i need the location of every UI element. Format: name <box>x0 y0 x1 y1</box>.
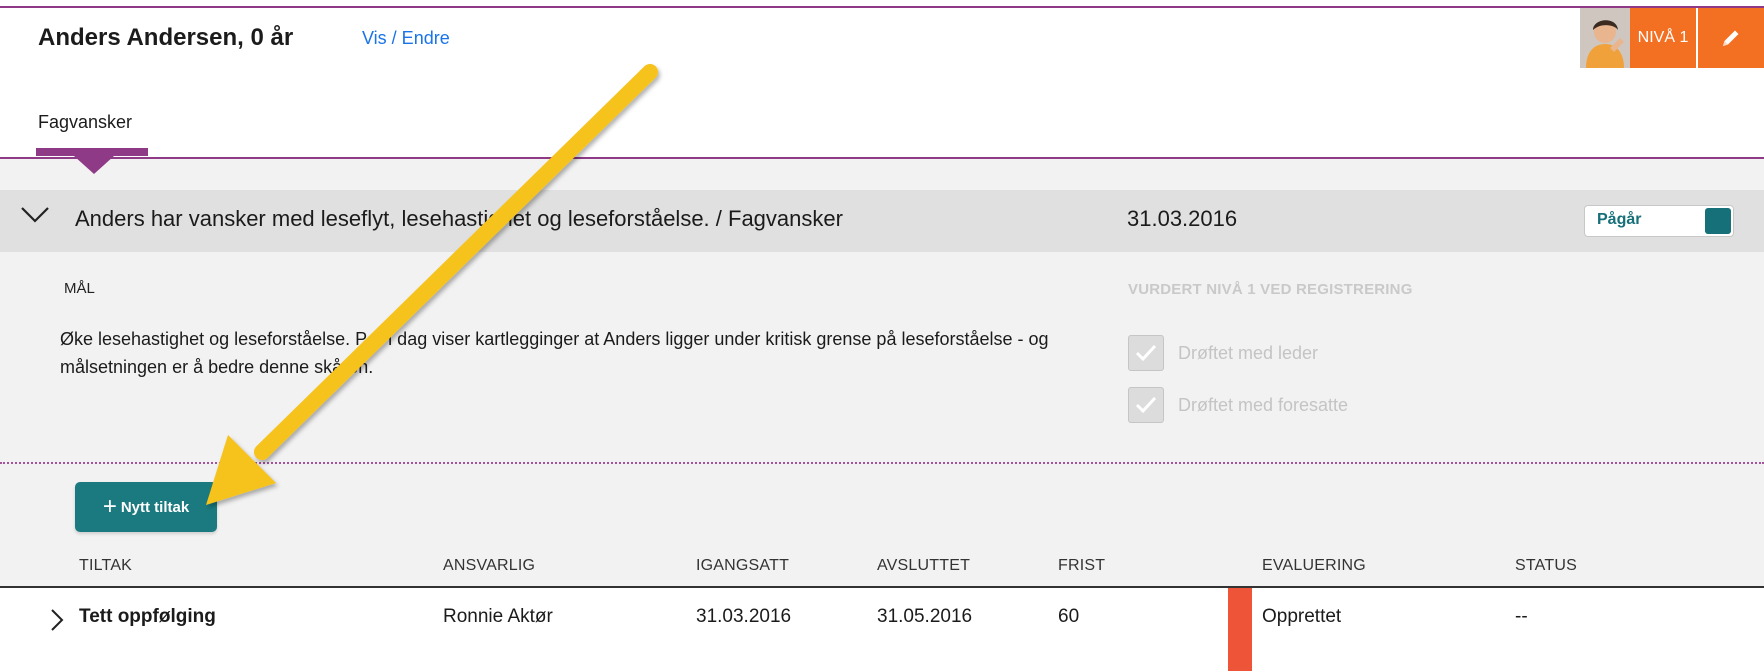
plus-icon: + <box>102 493 117 520</box>
check-droftet-leder: Drøftet med leder <box>1128 335 1318 371</box>
tiltak-name[interactable]: Tett oppfølging <box>79 606 216 628</box>
problem-date: 31.03.2016 <box>1127 206 1238 231</box>
goal-text: Øke lesehastighet og leseforståelse. Per… <box>60 329 1049 377</box>
avatar <box>1580 8 1630 68</box>
col-header-ansvarlig: ANSVARLIG <box>443 557 536 574</box>
col-header-status: STATUS <box>1515 557 1577 574</box>
user-avatar-photo-icon <box>1580 8 1630 68</box>
vis-endre-link[interactable]: Vis / Endre <box>362 28 450 49</box>
tiltak-avsluttet: 31.05.2016 <box>877 606 973 627</box>
col-header-tiltak: TILTAK <box>79 557 133 574</box>
edit-button[interactable] <box>1698 8 1764 68</box>
col-header-frist: FRIST <box>1058 557 1106 574</box>
evaluation-status-bar <box>1228 588 1252 671</box>
tiltak-evaluering: Opprettet <box>1262 606 1342 627</box>
niva-badge: NIVÅ 1 <box>1630 8 1696 68</box>
section-divider <box>0 462 1764 464</box>
chevron-right-icon[interactable] <box>50 608 64 637</box>
pencil-icon <box>1723 30 1739 46</box>
check-label: Drøftet med foresatte <box>1178 394 1349 415</box>
tab-active-indicator <box>36 148 148 156</box>
col-header-igangsatt: IGANGSATT <box>696 557 790 574</box>
page: Anders Andersen, 0 år Vis / Endre NIVÅ 1… <box>0 0 1764 671</box>
tiltak-status: -- <box>1515 606 1528 627</box>
problem-title: Anders har vansker med leseflyt, lesehas… <box>75 206 843 231</box>
status-toggle[interactable]: Pågår <box>1584 205 1734 237</box>
check-droftet-foresatte: Drøftet med foresatte <box>1128 387 1348 423</box>
student-header: Anders Andersen, 0 år Vis / Endre NIVÅ 1… <box>0 0 1764 159</box>
tiltak-igangsatt: 31.03.2016 <box>696 606 792 627</box>
top-divider <box>0 6 1764 8</box>
tab-caret-indicator <box>74 156 114 174</box>
status-toggle-label: Pågår <box>1597 211 1642 228</box>
col-header-evaluering: EVALUERING <box>1262 557 1366 574</box>
assessment-heading: VURDERT NIVÅ 1 VED REGISTRERING <box>1128 281 1413 298</box>
tiltak-frist: 60 <box>1058 606 1080 627</box>
check-label: Drøftet med leder <box>1178 342 1319 363</box>
tiltak-ansvarlig: Ronnie Aktør <box>443 606 553 627</box>
new-tiltak-label: Nytt tiltak <box>120 498 190 516</box>
new-tiltak-button[interactable]: + Nytt tiltak <box>75 482 217 532</box>
goal-heading: MÅL <box>64 280 95 297</box>
status-toggle-knob <box>1705 208 1731 234</box>
checkbox-checked-icon <box>1128 335 1164 371</box>
checkbox-checked-icon <box>1128 387 1164 423</box>
chevron-down-icon[interactable] <box>20 206 50 229</box>
student-name: Anders Andersen, 0 år <box>38 24 294 51</box>
tab-fagvansker[interactable]: Fagvansker <box>38 112 132 133</box>
col-header-avsluttet: AVSLUTTET <box>877 557 971 574</box>
table-header-divider <box>0 586 1764 588</box>
